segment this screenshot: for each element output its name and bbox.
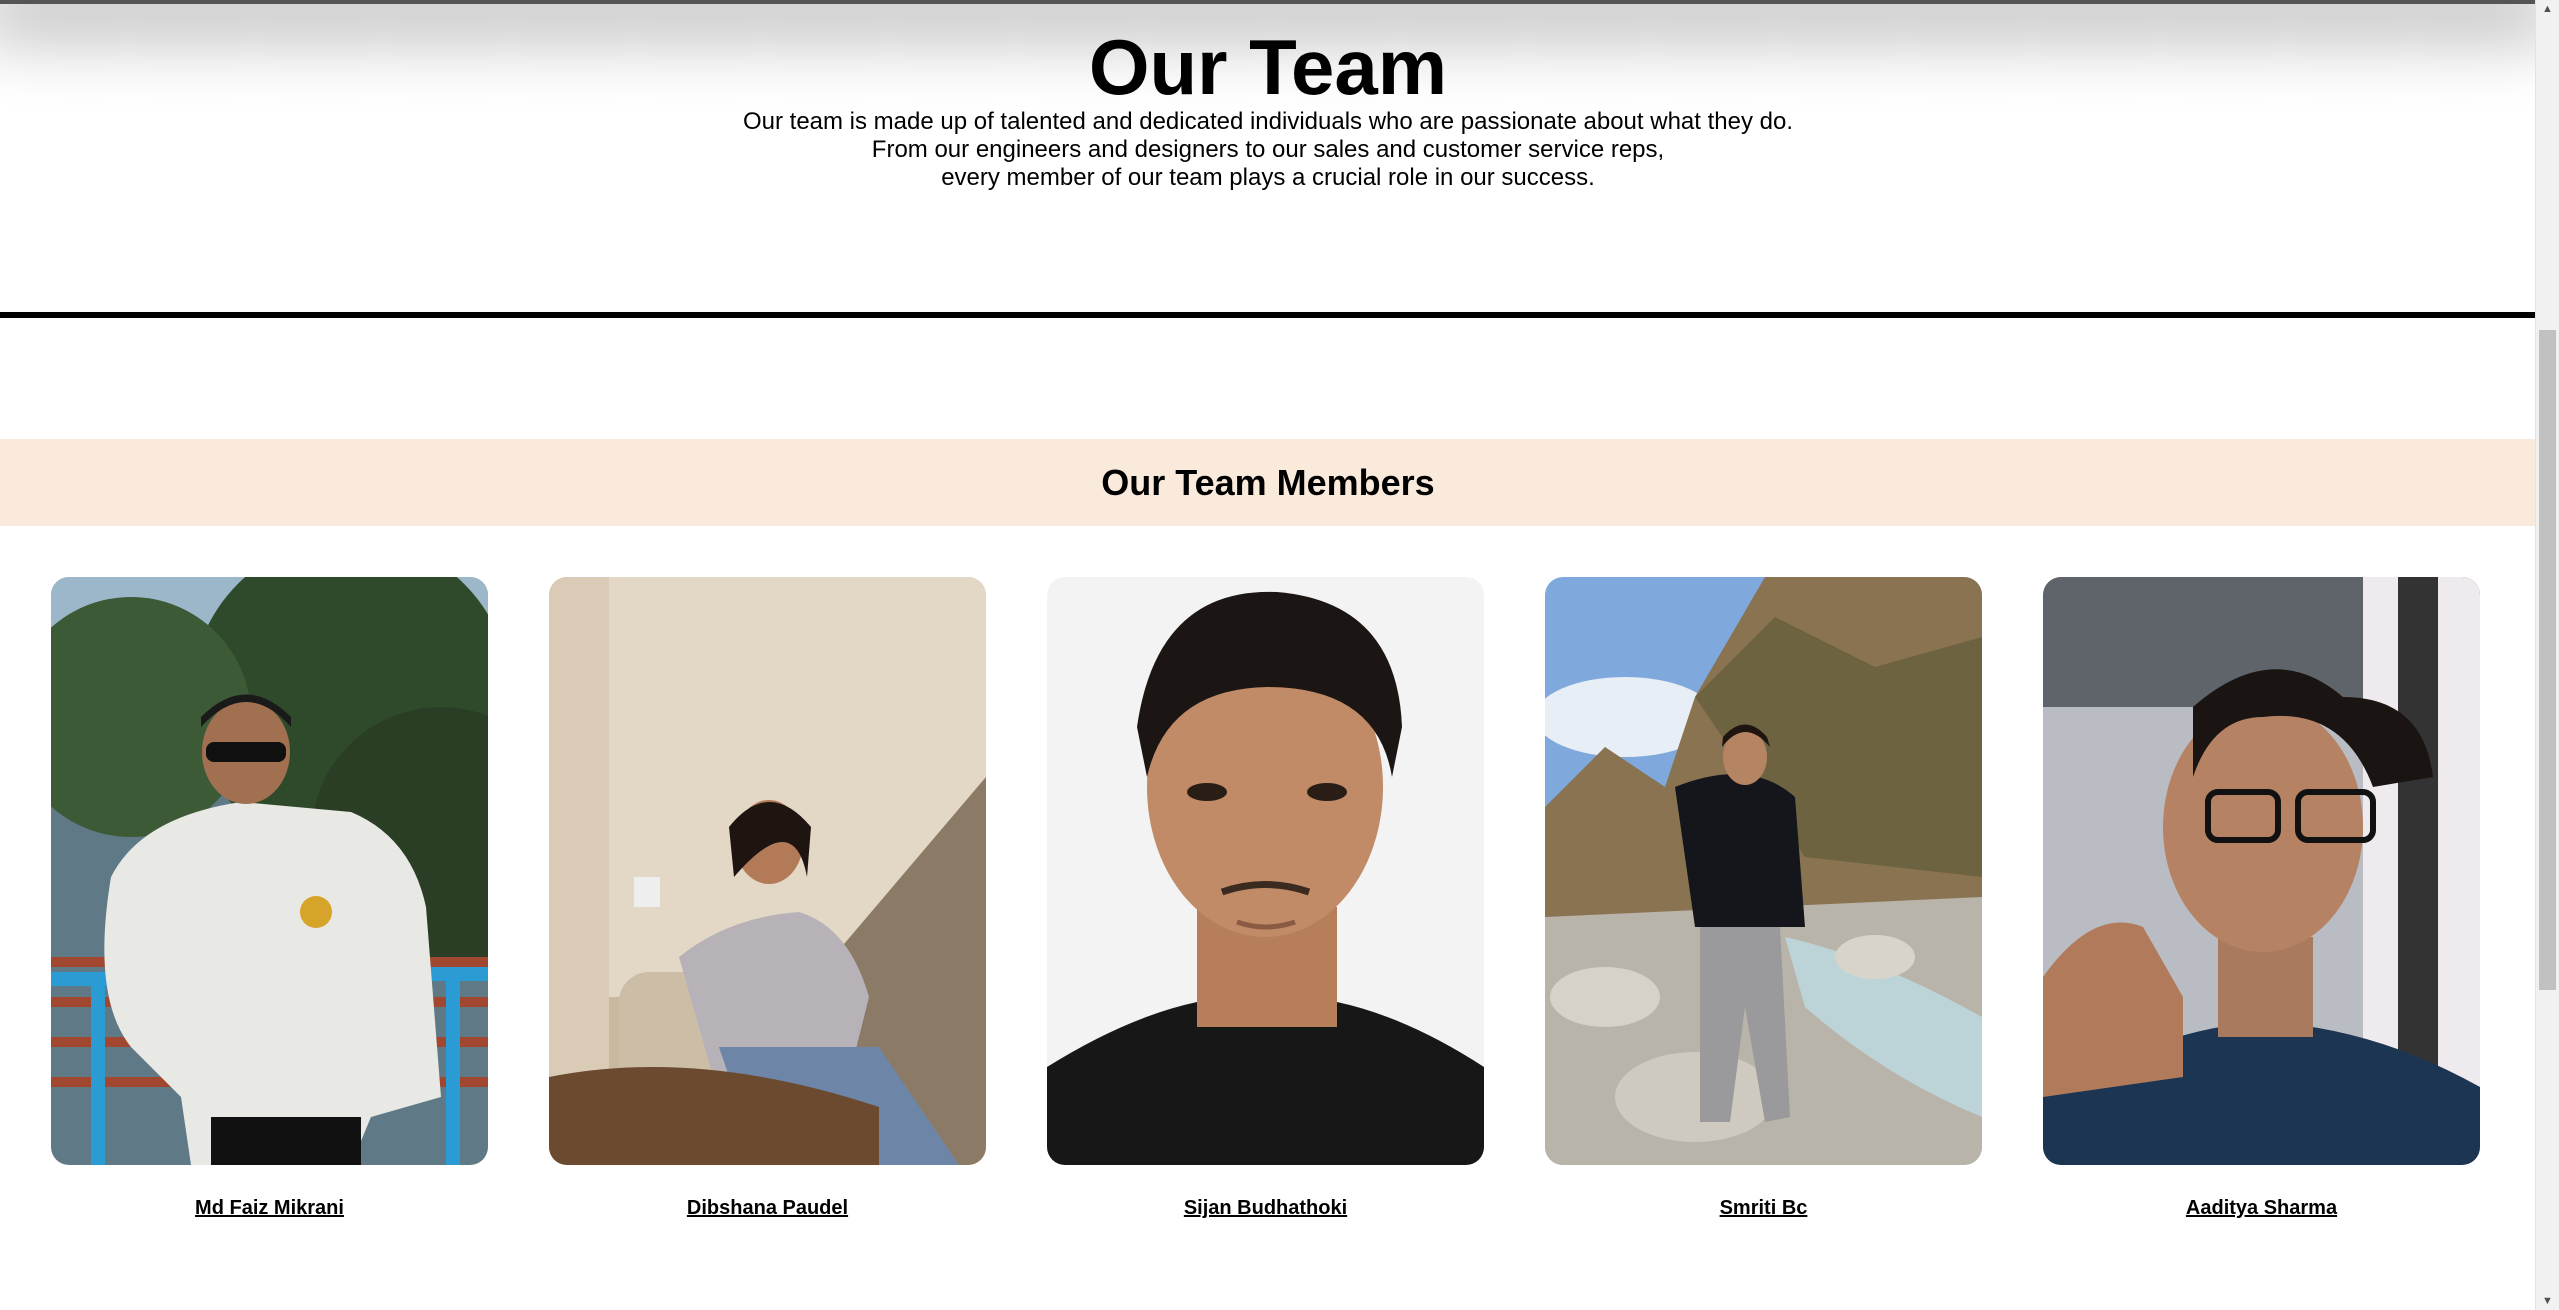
member-card: Aaditya Sharma [2043,577,2480,1220]
header-shadow [0,0,2536,4]
member-card: Md Faiz Mikrani [51,577,488,1220]
scroll-up-arrow-icon[interactable]: ▲ [2536,0,2559,18]
member-photo [1047,577,1484,1165]
member-photo [549,577,986,1165]
member-photo [1545,577,1982,1165]
member-card: Sijan Budhathoki [1047,577,1484,1220]
members-section-title: Our Team Members [1101,461,1435,503]
member-name-link[interactable]: Aaditya Sharma [2043,1197,2480,1220]
members-heading-band: Our Team Members [0,439,2536,526]
section-divider [0,312,2536,318]
team-description: Our team is made up of talented and dedi… [0,108,2536,192]
member-card: Smriti Bc [1545,577,1982,1220]
description-line-1: Our team is made up of talented and dedi… [742,108,1793,135]
member-name-link[interactable]: Smriti Bc [1545,1197,1982,1220]
member-name-link[interactable]: Md Faiz Mikrani [51,1197,488,1220]
description-line-2: From our engineers and designers to our … [871,136,1665,163]
member-card: Dibshana Paudel [549,577,986,1220]
scrollbar-thumb[interactable] [2539,330,2556,990]
member-photo [51,577,488,1165]
member-name-link[interactable]: Dibshana Paudel [549,1197,986,1220]
member-name-link[interactable]: Sijan Budhathoki [1047,1197,1484,1220]
page-title: Our Team [1088,23,1448,111]
member-photo [2043,577,2480,1165]
vertical-scrollbar[interactable]: ▲ ▼ [2535,0,2559,1310]
description-line-3: every member of our team plays a crucial… [941,164,1595,191]
scroll-down-arrow-icon[interactable]: ▼ [2536,1292,2559,1310]
